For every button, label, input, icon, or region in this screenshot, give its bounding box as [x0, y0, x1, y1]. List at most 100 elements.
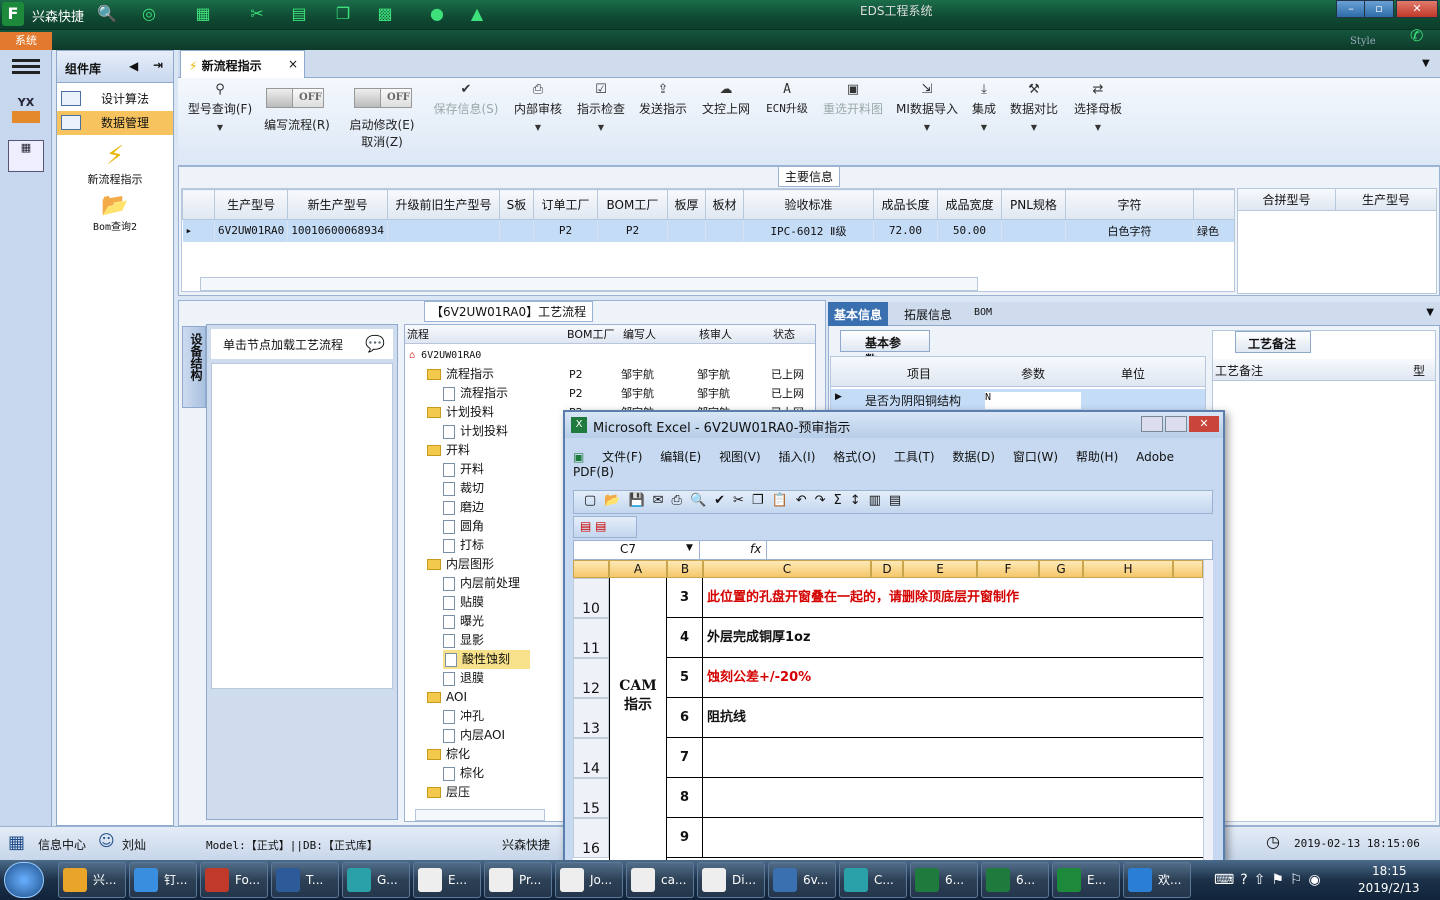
- column-header[interactable]: 流程: [407, 325, 429, 344]
- taskbar-item[interactable]: 欢...: [1123, 862, 1191, 898]
- column-header[interactable]: BOM工厂: [567, 325, 615, 344]
- excel-cell-c[interactable]: 阻抗线: [703, 698, 1203, 738]
- tree-node[interactable]: 打标: [443, 536, 484, 555]
- excel-cell-b[interactable]: 7: [667, 738, 703, 778]
- column-header[interactable]: 升级前旧生产型号: [386, 189, 500, 220]
- close-button[interactable]: ✕: [1189, 416, 1219, 432]
- column-header[interactable]: 工艺备注: [1215, 362, 1263, 379]
- column-header[interactable]: 编写人: [623, 325, 656, 344]
- excel-cell-b[interactable]: 8: [667, 778, 703, 818]
- taskbar-item[interactable]: 兴...: [58, 862, 126, 898]
- tree-node[interactable]: 显影: [443, 631, 484, 650]
- excel-cell-b[interactable]: 3: [667, 578, 703, 618]
- tree-node[interactable]: 退膜: [443, 669, 484, 688]
- grid-icon[interactable]: ▩: [374, 3, 396, 25]
- tree-cell[interactable]: P2: [569, 365, 583, 384]
- horizontal-scrollbar[interactable]: [200, 277, 978, 291]
- excel-cell-b[interactable]: 9: [667, 818, 703, 858]
- tree-node[interactable]: 开料: [443, 460, 484, 479]
- table-cell[interactable]: P2: [533, 219, 598, 242]
- column-header[interactable]: 新生产型号: [287, 189, 388, 220]
- column-header[interactable]: F: [977, 560, 1039, 578]
- excel-cell-c[interactable]: 此位置的孔盘开窗叠在一起的，请删除顶底层开窗制作: [703, 578, 1203, 618]
- excel-standard-toolbar[interactable]: ▢📂💾✉⎙🔍✔✂❐📋↶↷Σ↕▥▤: [573, 490, 1213, 514]
- tree-node[interactable]: 磨边: [443, 498, 484, 517]
- tab-extended-info[interactable]: 拓展信息: [904, 306, 952, 323]
- taskbar-item[interactable]: E...: [1052, 862, 1120, 898]
- column-header[interactable]: 验收标准: [742, 189, 874, 220]
- taskbar-item[interactable]: 6...: [910, 862, 978, 898]
- row-header[interactable]: 16: [573, 818, 609, 858]
- equipment-structure-tab[interactable]: 设备结构: [182, 326, 206, 408]
- tree-cell[interactable]: 已上网: [771, 384, 804, 403]
- new-process-tool[interactable]: ⚡ 新流程指示: [57, 141, 173, 187]
- column-header[interactable]: 状态: [773, 325, 795, 344]
- menu-item[interactable]: 窗口(W): [1013, 450, 1058, 464]
- tree-node[interactable]: 曝光: [443, 612, 484, 631]
- tree-cell[interactable]: 邹宇航: [697, 365, 730, 384]
- minimize-button[interactable]: –: [1336, 0, 1366, 18]
- table-cell[interactable]: IPC-6012 Ⅱ级: [743, 219, 874, 242]
- reselect-cut-chart-button[interactable]: ▣ 重选开料图: [820, 82, 886, 117]
- integrate-button[interactable]: ⤓ 集成 ▼: [966, 82, 1002, 132]
- excel-cell-c[interactable]: [703, 738, 1203, 778]
- table-cell[interactable]: [667, 219, 706, 242]
- tree-node[interactable]: 贴膜: [443, 593, 484, 612]
- column-header[interactable]: A: [609, 560, 667, 578]
- column-header[interactable]: H: [1083, 560, 1173, 578]
- tree-node[interactable]: 计划投料: [427, 403, 494, 422]
- column-header[interactable]: 生产型号: [213, 189, 289, 220]
- column-header[interactable]: 参数: [1021, 365, 1045, 382]
- tab-close-icon[interactable]: ×: [288, 57, 298, 71]
- write-process-toggle[interactable]: OFF: [266, 88, 324, 108]
- table-row[interactable]: ▸ 6V2UW01RA0 10010600068934 P2 P2 IPC-60…: [182, 219, 1234, 242]
- row-header[interactable]: 13: [573, 698, 609, 738]
- select-master-button[interactable]: ⇄ 选择母板 ▼: [1070, 82, 1126, 132]
- taskbar-item[interactable]: Pr...: [484, 862, 552, 898]
- menu-item[interactable]: 帮助(H): [1076, 450, 1118, 464]
- horizontal-scrollbar[interactable]: [415, 809, 545, 821]
- mi-import-button[interactable]: ⇲ MI数据导入 ▼: [894, 82, 960, 132]
- table-cell[interactable]: [1001, 219, 1066, 242]
- instruction-check-button[interactable]: ☑ 指示检查 ▼: [574, 82, 628, 132]
- tab-basic-info[interactable]: 基本信息: [828, 302, 889, 326]
- tree-node[interactable]: 流程指示: [427, 365, 494, 384]
- taskbar-item[interactable]: ca...: [626, 862, 694, 898]
- table-cell[interactable]: 6V2UW01RA0: [214, 219, 289, 242]
- clock-date[interactable]: 2019/2/13: [1358, 881, 1420, 895]
- taskbar-item[interactable]: T...: [271, 862, 339, 898]
- taskbar-item[interactable]: G...: [342, 862, 410, 898]
- search-icon[interactable]: 🔍: [96, 3, 118, 25]
- sidebar-item-data-management[interactable]: 数据管理: [57, 111, 173, 135]
- menu-item[interactable]: 文件(F): [602, 450, 642, 464]
- menu-item[interactable]: 数据(D): [952, 450, 995, 464]
- excel-cell-b[interactable]: 5: [667, 658, 703, 698]
- tree-node[interactable]: 内层前处理: [443, 574, 520, 593]
- taskbar-item[interactable]: 钉...: [129, 862, 197, 898]
- column-header[interactable]: 项目: [907, 365, 931, 382]
- row-header[interactable]: 12: [573, 658, 609, 698]
- table-icon[interactable]: ▦: [192, 3, 214, 25]
- table-cell[interactable]: [387, 219, 500, 242]
- doc-online-button[interactable]: ☁ 文控上网: [698, 82, 754, 117]
- column-header[interactable]: [1173, 560, 1203, 578]
- column-header[interactable]: 单位: [1121, 365, 1145, 382]
- column-header[interactable]: C: [703, 560, 871, 578]
- tree-node[interactable]: 内层AOI: [443, 726, 505, 745]
- start-modify-toggle[interactable]: OFF: [354, 88, 412, 108]
- info-center-link[interactable]: 信息中心: [38, 836, 86, 853]
- table-row[interactable]: ▶ 是否为阴阳铜结构 N: [831, 389, 1205, 411]
- taskbar-item[interactable]: E...: [413, 862, 481, 898]
- table-cell[interactable]: N: [985, 392, 1081, 409]
- column-header[interactable]: PNL规格: [1000, 189, 1066, 220]
- pdf-toolbar[interactable]: ▤ ▤: [573, 516, 637, 538]
- table-cell[interactable]: 白色字符: [1065, 219, 1194, 242]
- tree-cell[interactable]: 已上网: [771, 365, 804, 384]
- column-header[interactable]: 板材: [704, 189, 744, 220]
- column-header[interactable]: 板厚: [666, 189, 706, 220]
- tree-cell[interactable]: 邹宇航: [621, 384, 654, 403]
- tree-root[interactable]: ⌂ 6V2UW01RA0: [409, 346, 481, 365]
- excel-cell-c[interactable]: [703, 778, 1203, 818]
- yx-logo-icon[interactable]: YX: [8, 96, 44, 128]
- tree-node[interactable]: 裁切: [443, 479, 484, 498]
